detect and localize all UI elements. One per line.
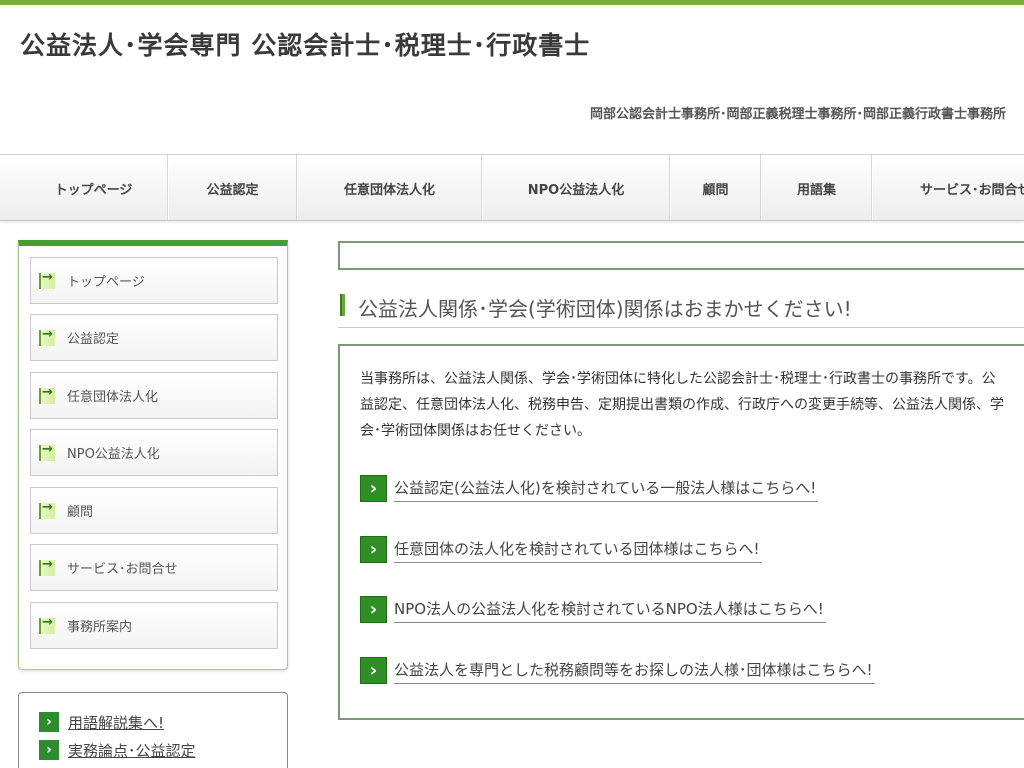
chevron-right-icon: ›	[360, 536, 387, 563]
chevron-right-icon: ›	[39, 740, 59, 760]
nav-item-service-contact[interactable]: サービス･お問合せ	[873, 155, 1024, 220]
cta-label: 公益法人を専門とした税務顧問等をお探しの法人様･団体様はこちらへ!	[394, 659, 875, 684]
main-content: 当事務所は、公益法人関係、学会･学術団体に特化した公認会計士･税理士･行政書士の…	[338, 344, 1024, 720]
side-item-label: サービス･お問合せ	[67, 562, 178, 577]
side-item-npo[interactable]: NPO公益法人化	[30, 429, 278, 476]
side-link-label: 用語解説集へ!	[68, 713, 165, 732]
cta-link-tax-advisory[interactable]: › 公益法人を専門とした税務顧問等をお探しの法人様･団体様はこちらへ!	[360, 656, 875, 684]
nav-item-yogoshu[interactable]: 用語集	[762, 155, 872, 220]
nav-item-komon[interactable]: 顧問	[671, 155, 761, 220]
nav-item-top[interactable]: トップページ	[20, 155, 168, 220]
side-item-top[interactable]: トップページ	[30, 257, 278, 304]
cta-link-nini-dantai[interactable]: › 任意団体の法人化を検討されている団体様はこちらへ!	[360, 535, 762, 563]
side-item-koeki-nintei[interactable]: 公益認定	[30, 314, 278, 361]
arrow-right-icon	[39, 557, 55, 576]
intro-line: 益認定、任意団体法人化、税務申告、定期提出書類の作成、行政庁への変更手続等、公益…	[360, 397, 1004, 413]
cta-link-npo[interactable]: › NPO法人の公益法人化を検討されているNPO法人様はこちらへ!	[360, 595, 826, 623]
chevron-right-icon: ›	[39, 712, 59, 732]
side-item-label: 顧問	[67, 505, 94, 520]
arrow-right-icon	[39, 442, 55, 461]
top-accent-bar	[0, 0, 1024, 5]
nav-item-nini-dantai[interactable]: 任意団体法人化	[298, 155, 482, 220]
global-nav: トップページ 公益認定 任意団体法人化 NPO公益法人化 顧問 用語集 サービス…	[0, 154, 1024, 221]
arrow-right-icon	[39, 615, 55, 634]
side-item-label: 事務所案内	[67, 620, 133, 635]
side-link-practice-points[interactable]: › 実務論点･公益認定	[39, 739, 196, 761]
cta-label: NPO法人の公益法人化を検討されているNPO法人様はこちらへ!	[394, 598, 826, 623]
chevron-right-icon: ›	[360, 657, 387, 684]
side-item-label: トップページ	[67, 275, 145, 290]
side-item-label: NPO公益法人化	[67, 447, 160, 462]
cta-label: 公益認定(公益法人化)を検討されている一般法人様はこちらへ!	[394, 477, 819, 502]
side-item-nini-dantai[interactable]: 任意団体法人化	[30, 372, 278, 419]
chevron-right-icon: ›	[360, 475, 387, 502]
arrow-right-icon	[39, 500, 55, 519]
page-title: 公益法人関係･学会(学術団体)関係はおまかせください!	[358, 297, 852, 321]
side-menu: トップページ 公益認定 任意団体法人化 NPO公益法人化 顧問 サービス･お問合…	[18, 240, 288, 670]
heading-marker	[340, 294, 345, 316]
nav-item-npo[interactable]: NPO公益法人化	[483, 155, 670, 220]
side-item-komon[interactable]: 顧問	[30, 487, 278, 534]
side-item-service-contact[interactable]: サービス･お問合せ	[30, 544, 278, 591]
arrow-right-icon	[39, 385, 55, 404]
side-item-label: 任意団体法人化	[67, 390, 159, 405]
cta-link-koeki-nintei[interactable]: › 公益認定(公益法人化)を検討されている一般法人様はこちらへ!	[360, 474, 819, 502]
nav-item-koeki-nintei[interactable]: 公益認定	[169, 155, 297, 220]
side-item-label: 公益認定	[67, 332, 120, 347]
cta-label: 任意団体の法人化を検討されている団体様はこちらへ!	[394, 538, 762, 563]
side-item-office-info[interactable]: 事務所案内	[30, 602, 278, 649]
site-subtitle: 岡部公認会計士事務所･岡部正義税理士事務所･岡部正義行政書士事務所	[590, 107, 1007, 122]
breadcrumb	[338, 241, 1024, 270]
side-link-glossary[interactable]: › 用語解説集へ!	[39, 711, 164, 733]
arrow-right-icon	[39, 270, 55, 289]
site-title[interactable]: 公益法人･学会専門 公認会計士･税理士･行政書士	[20, 26, 590, 62]
intro-line: 会･学術団体関係はお任せください。	[360, 423, 591, 439]
intro-text: 当事務所は、公益法人関係、学会･学術団体に特化した公認会計士･税理士･行政書士の…	[360, 366, 1024, 444]
section-heading: 公益法人関係･学会(学術団体)関係はおまかせください!	[338, 290, 1024, 328]
side-link-label: 実務論点･公益認定	[68, 741, 196, 760]
intro-line: 当事務所は、公益法人関係、学会･学術団体に特化した公認会計士･税理士･行政書士の…	[360, 371, 996, 387]
side-links-box: › 用語解説集へ! › 実務論点･公益認定	[18, 692, 288, 768]
chevron-right-icon: ›	[360, 596, 387, 623]
arrow-right-icon	[39, 327, 55, 346]
